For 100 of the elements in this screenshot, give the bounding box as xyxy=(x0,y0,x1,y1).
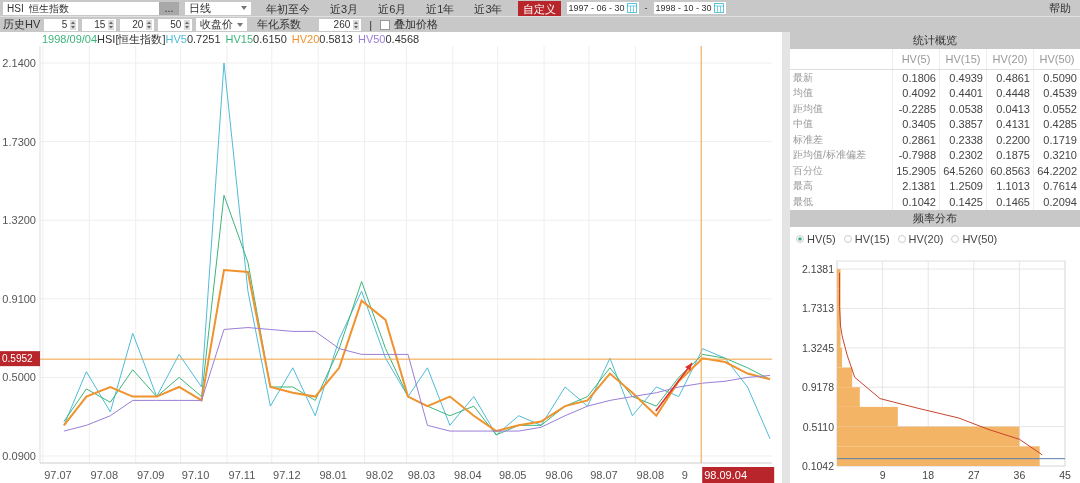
axis-label: 97.07 xyxy=(44,469,72,481)
row-label: 距均值 xyxy=(790,101,893,117)
axis-label: 9 xyxy=(879,468,886,481)
column-header: HV(20) xyxy=(986,49,1034,70)
table-cell: 0.4092 xyxy=(892,85,940,101)
table-cell: 0.2338 xyxy=(939,132,987,148)
legend-symbol: HSI[恒生指数] xyxy=(97,31,166,47)
axis-label: 98.06 xyxy=(545,469,573,481)
legend-value: 0.4568 xyxy=(385,33,420,45)
axis-label: 98.03 xyxy=(407,469,436,481)
row-label: 距均值/标准偏差 xyxy=(790,147,893,163)
axis-label: 0.9100 xyxy=(2,292,36,305)
hv-label: 历史HV xyxy=(3,17,41,32)
legend-value: 0.5813 xyxy=(319,33,353,45)
date-separator: - xyxy=(644,3,648,13)
legend-value: 0.7251 xyxy=(186,33,221,45)
table-cell: 0.4285 xyxy=(1033,116,1080,132)
table-cell: 0.4401 xyxy=(939,85,987,101)
axis-label: 97.10 xyxy=(181,469,210,481)
table-cell: 64.2202 xyxy=(1033,163,1080,179)
table-cell: 0.1465 xyxy=(986,194,1034,210)
axis-label: 98.01 xyxy=(319,469,347,481)
table-cell: 0.4939 xyxy=(939,69,987,86)
legend-value: 0.6150 xyxy=(253,33,287,45)
separator: | xyxy=(369,18,373,31)
table-cell: -0.7988 xyxy=(892,147,940,163)
price-marker: 0.5952 xyxy=(0,351,40,367)
table-cell: 0.0552 xyxy=(1033,101,1080,117)
row-label: 中值 xyxy=(790,116,893,132)
table-cell: 15.2905 xyxy=(892,163,940,179)
table-cell: -0.2285 xyxy=(892,101,940,117)
axis-label: 18 xyxy=(922,468,935,481)
row-label: 最高 xyxy=(790,178,893,194)
table-cell: 0.1875 xyxy=(986,147,1034,163)
column-header: HV(50) xyxy=(1033,49,1080,70)
axis-label: 1.3200 xyxy=(2,214,36,227)
table-cell: 0.1042 xyxy=(892,194,940,210)
section-header: 频率分布 xyxy=(790,209,1080,227)
axis-label: 9 xyxy=(681,469,688,481)
axis-label: 0.9178 xyxy=(801,380,834,393)
axis-label: 0.5110 xyxy=(802,420,834,433)
axis-label: 27 xyxy=(967,468,980,481)
legend-label: HV5 xyxy=(165,33,187,45)
axis-label: 98.05 xyxy=(498,469,527,481)
table-cell: 0.1806 xyxy=(892,69,940,86)
table-cell: 1.2509 xyxy=(939,178,987,194)
axis-label: 97.12 xyxy=(273,469,301,481)
table-cell: 0.3405 xyxy=(892,116,940,132)
axis-label: 97.09 xyxy=(136,469,165,481)
axis-label: 98.04 xyxy=(454,469,482,481)
table-cell: 0.7614 xyxy=(1033,178,1080,194)
axis-label: 0.0900 xyxy=(2,450,36,462)
row-label: 均值 xyxy=(790,85,893,101)
row-label: 百分位 xyxy=(790,163,893,179)
table-cell: 60.8563 xyxy=(986,163,1034,179)
axis-label: 0.1042 xyxy=(801,459,834,472)
section-header: 统计概览 xyxy=(790,32,1080,49)
axis-label: 0.5000 xyxy=(2,371,36,384)
axis-label: 98.07 xyxy=(590,469,618,481)
table-cell: 0.4539 xyxy=(1033,85,1080,101)
table-cell: 0.2302 xyxy=(939,147,987,163)
axis-label: 2.1400 xyxy=(2,57,36,69)
legend-label: HV50 xyxy=(357,33,386,45)
table-cell: 0.1425 xyxy=(939,194,987,210)
axis-label: 98.08 xyxy=(636,469,665,481)
table-cell: 0.5090 xyxy=(1033,69,1080,86)
legend-label: HV15 xyxy=(225,33,254,45)
legend-date: 1998/09/04 xyxy=(42,33,98,45)
legend-label: HV20 xyxy=(291,33,320,45)
table-cell: 1.1013 xyxy=(986,178,1034,194)
checkbox-label: 叠加价格 xyxy=(394,17,439,32)
table-cell: 0.2094 xyxy=(1033,194,1080,210)
axis-label: 45 xyxy=(1059,468,1071,481)
ref-line-label: 0.5952 xyxy=(2,353,34,365)
table-cell: 0.2861 xyxy=(892,132,940,148)
table-cell: 0.4448 xyxy=(986,85,1034,101)
table-cell: 0.1719 xyxy=(1033,132,1080,148)
row-label: 标准差 xyxy=(790,132,893,148)
date-marker: 98.09.04 xyxy=(702,467,775,483)
table-cell: 64.5260 xyxy=(939,163,987,179)
table-cell: 0.3857 xyxy=(939,116,987,132)
table-cell: 0.3210 xyxy=(1033,147,1080,163)
axis-label: 2.1381 xyxy=(801,262,834,275)
table-cell: 2.1381 xyxy=(892,178,940,194)
axis-label: 1.3245 xyxy=(801,341,834,354)
table-cell: 0.2200 xyxy=(986,132,1034,148)
column-header: HV(5) xyxy=(892,49,940,70)
row-label: 最新 xyxy=(790,69,893,86)
table-cell: 0.4861 xyxy=(986,69,1034,86)
row-label: 最低 xyxy=(790,194,893,210)
axis-label: 1.7313 xyxy=(801,301,834,314)
table-cell: 0.0413 xyxy=(986,101,1034,117)
annualization-label: 年化系数 xyxy=(257,17,302,32)
axis-label: 1.7300 xyxy=(2,135,36,148)
column-header: HV(15) xyxy=(939,49,987,70)
table-cell: 0.4131 xyxy=(986,116,1034,132)
table-cell: 0.0538 xyxy=(939,101,987,117)
axis-label: 97.11 xyxy=(228,469,256,481)
axis-label: 98.02 xyxy=(365,469,394,481)
ref-line-label: 98.09.04 xyxy=(704,469,748,481)
